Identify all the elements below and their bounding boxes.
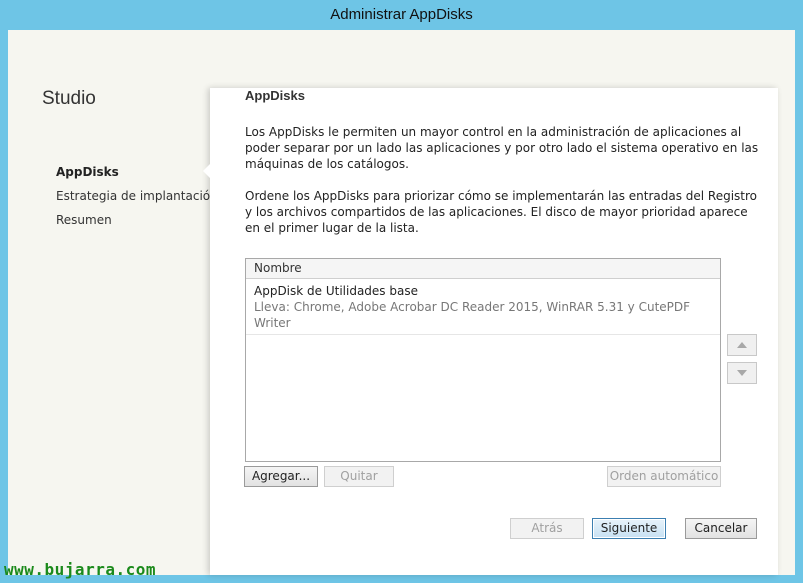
appdisk-list[interactable]: Nombre AppDisk de Utilidades base Lleva:…: [245, 258, 721, 462]
move-down-button[interactable]: [727, 362, 757, 384]
remove-button[interactable]: Quitar: [324, 466, 394, 487]
auto-order-button[interactable]: Orden automático: [607, 466, 721, 487]
brand-title: Studio: [42, 88, 96, 109]
arrow-down-icon: [737, 370, 747, 376]
sidebar-item-appdisks[interactable]: AppDisks: [56, 164, 218, 188]
cancel-button[interactable]: Cancelar: [685, 518, 757, 539]
column-header-name[interactable]: Nombre: [246, 259, 720, 279]
sidebar-nav: AppDisks Estrategia de implantación Resu…: [56, 164, 218, 236]
watermark: www.bujarra.com: [4, 560, 156, 579]
sidebar-item-summary[interactable]: Resumen: [56, 212, 218, 236]
dialog-window: Studio AppDisks Estrategia de implantaci…: [8, 30, 795, 575]
list-item-subtitle: Lleva: Chrome, Adobe Acrobar DC Reader 2…: [254, 300, 691, 330]
order-paragraph: Ordene los AppDisks para priorizar cómo …: [245, 189, 758, 235]
list-item[interactable]: AppDisk de Utilidades base Lleva: Chrome…: [246, 279, 720, 335]
window-title: Administrar AppDisks: [330, 6, 473, 23]
arrow-up-icon: [737, 342, 747, 348]
move-up-button[interactable]: [727, 334, 757, 356]
page-title: AppDisks: [245, 88, 305, 103]
next-button[interactable]: Siguiente: [592, 518, 666, 539]
active-step-pointer: [203, 164, 210, 178]
add-button[interactable]: Agregar...: [244, 466, 318, 487]
list-item-title: AppDisk de Utilidades base: [254, 284, 418, 298]
sidebar-item-strategy[interactable]: Estrategia de implantación: [56, 188, 218, 212]
intro-paragraph: Los AppDisks le permiten un mayor contro…: [245, 125, 759, 171]
back-button[interactable]: Atrás: [510, 518, 584, 539]
content-panel: AppDisks Los AppDisks le permiten un may…: [203, 88, 778, 575]
